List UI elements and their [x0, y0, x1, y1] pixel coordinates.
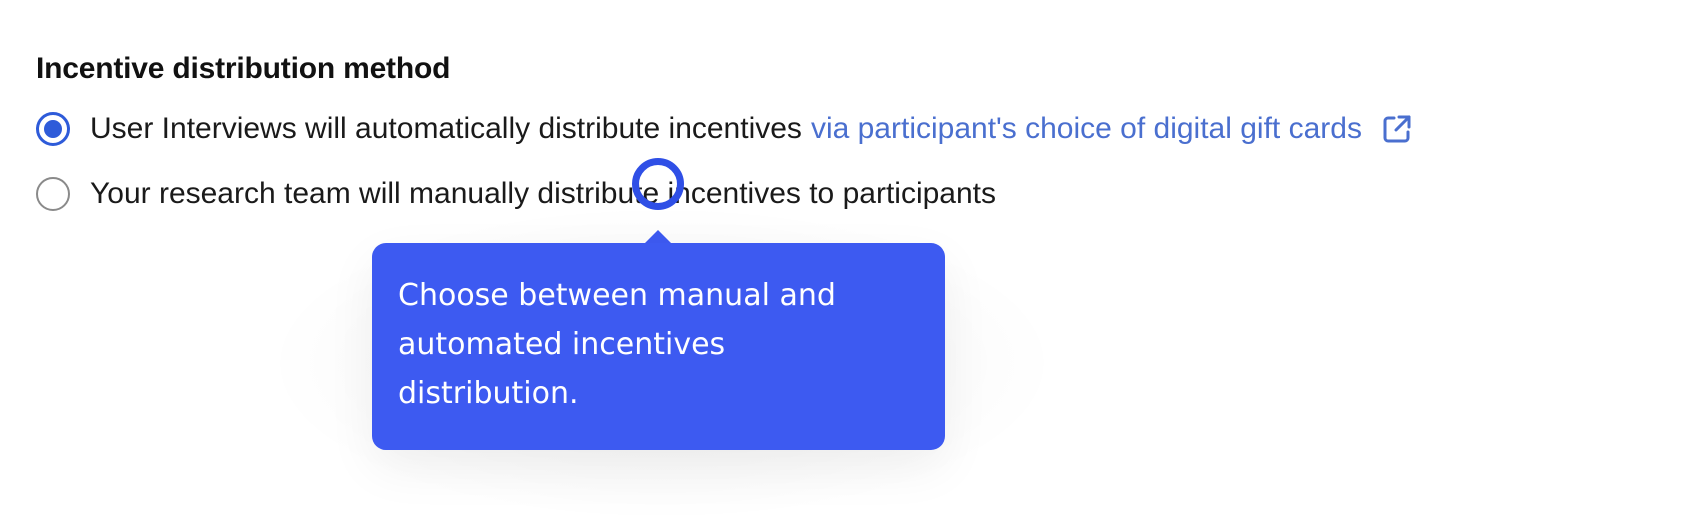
tooltip: Choose between manual and automated ince… [262, 203, 1062, 522]
external-link-icon[interactable] [1380, 112, 1414, 146]
cursor-highlight-ring [632, 158, 684, 210]
radio-option-automatic[interactable]: User Interviews will automatically distr… [36, 112, 1414, 146]
page: Incentive distribution method User Inter… [0, 0, 1688, 522]
radio-label-manual: Your research team will manually distrib… [90, 177, 996, 210]
gift-cards-link[interactable]: via participant's choice of digital gift… [811, 112, 1362, 146]
tooltip-arrow [644, 230, 672, 244]
radio-option-manual[interactable]: Your research team will manually distrib… [36, 177, 996, 211]
section-title: Incentive distribution method [36, 52, 451, 85]
radio-button-automatic[interactable] [36, 112, 70, 146]
tooltip-body: Choose between manual and automated ince… [372, 243, 945, 450]
radio-button-manual[interactable] [36, 177, 70, 211]
radio-label-automatic: User Interviews will automatically distr… [90, 112, 802, 145]
tooltip-text: Choose between manual and automated ince… [398, 278, 836, 411]
